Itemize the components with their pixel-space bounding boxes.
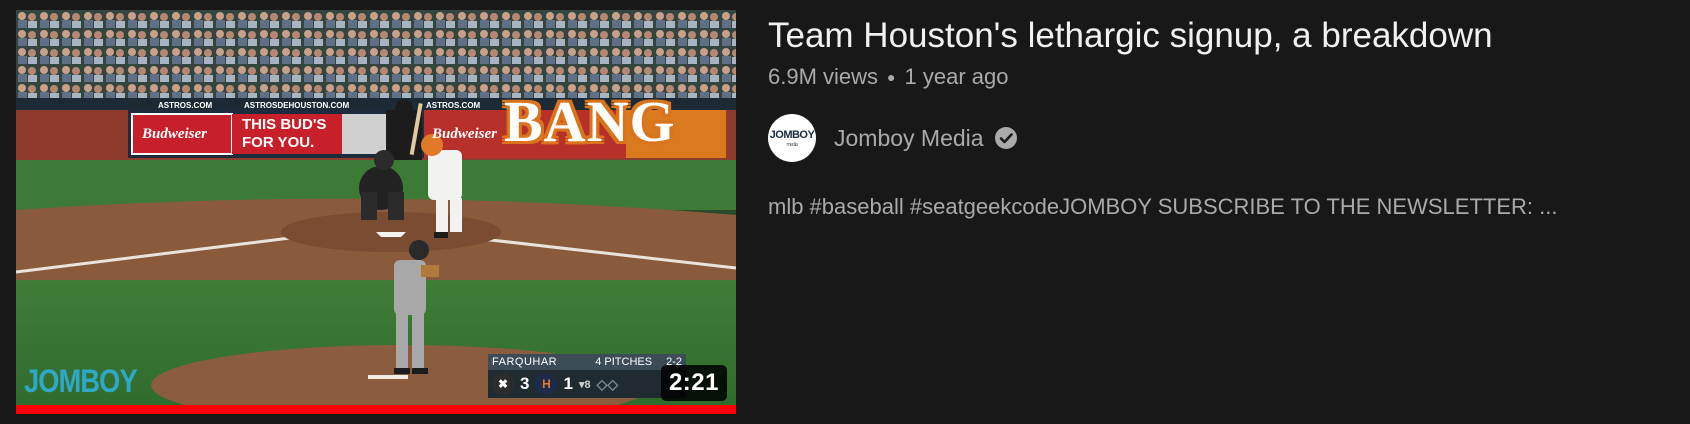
channel-avatar[interactable]: JOMBOY media: [768, 114, 816, 162]
thumbnail-overlay-text: BANG: [504, 89, 676, 154]
ad-astros-com-3: ASTROS.COM: [426, 101, 481, 110]
video-result: ASTROS.COM ASTROSDEHOUSTON.COM ASTROS.CO…: [0, 0, 1690, 424]
ad-budweiser-1: Budweiser: [142, 126, 208, 142]
ad-bud-slogan-2: FOR YOU.: [242, 134, 315, 151]
scorebug-inning-number: 8: [584, 378, 591, 391]
duration-badge: 2:21: [660, 365, 727, 401]
scorebug-scores: ✖ 3 H 1 ▾8 ◇◇: [488, 370, 686, 398]
white-sox-logo-icon: ✖: [492, 373, 514, 395]
video-thumbnail[interactable]: ASTROS.COM ASTROSDEHOUSTON.COM ASTROS.CO…: [16, 10, 736, 414]
bases-diamond-icon: ◇◇: [596, 375, 619, 392]
video-info: Team Houston's lethargic signup, a break…: [768, 14, 1668, 222]
scorebug-pitches: 4 PITCHES: [595, 356, 653, 368]
watch-progress-fill: [16, 405, 736, 414]
upload-age: 1 year ago: [904, 64, 1009, 89]
avatar-subtext: media: [786, 141, 798, 148]
channel-name[interactable]: Jomboy Media: [834, 125, 984, 152]
channel-link[interactable]: JOMBOY media Jomboy Media: [768, 114, 1668, 162]
ad-budweiser-2: Budweiser: [432, 126, 498, 142]
meta-separator-dot: ●: [887, 69, 896, 85]
ad-astros-com-1: ASTROS.COM: [158, 101, 213, 110]
scorebug-header: FARQUHAR 4 PITCHES 2-2: [488, 354, 686, 370]
scorebug-pitcher: FARQUHAR: [492, 356, 558, 368]
avatar-text: JOMBOY: [769, 128, 815, 141]
video-title-link[interactable]: Team Houston's lethargic signup, a break…: [768, 14, 1668, 58]
astros-logo-icon: H: [535, 373, 558, 395]
scorebug: FARQUHAR 4 PITCHES 2-2 ✖ 3 H 1 ▾8 ◇◇: [488, 354, 686, 398]
ad-bud-slogan-1: THIS BUD'S: [242, 116, 327, 133]
thumbnail-watermark: JOMBOY: [24, 363, 138, 399]
ad-astros-com-2: ASTROSDEHOUSTON.COM: [244, 101, 350, 110]
view-count: 6.9M views: [768, 64, 879, 89]
watch-progress-bar: [16, 405, 736, 414]
scorebug-inning: ▾8: [578, 378, 591, 391]
video-metadata: 6.9M views ● 1 year ago: [768, 62, 1668, 92]
verified-check-icon: [994, 127, 1017, 149]
video-description-snippet: mlb #baseball #seatgeekcodeJOMBOY SUBSCR…: [768, 194, 1558, 219]
scorebug-home-score: 1: [563, 374, 573, 393]
scorebug-away-score: 3: [520, 374, 530, 393]
